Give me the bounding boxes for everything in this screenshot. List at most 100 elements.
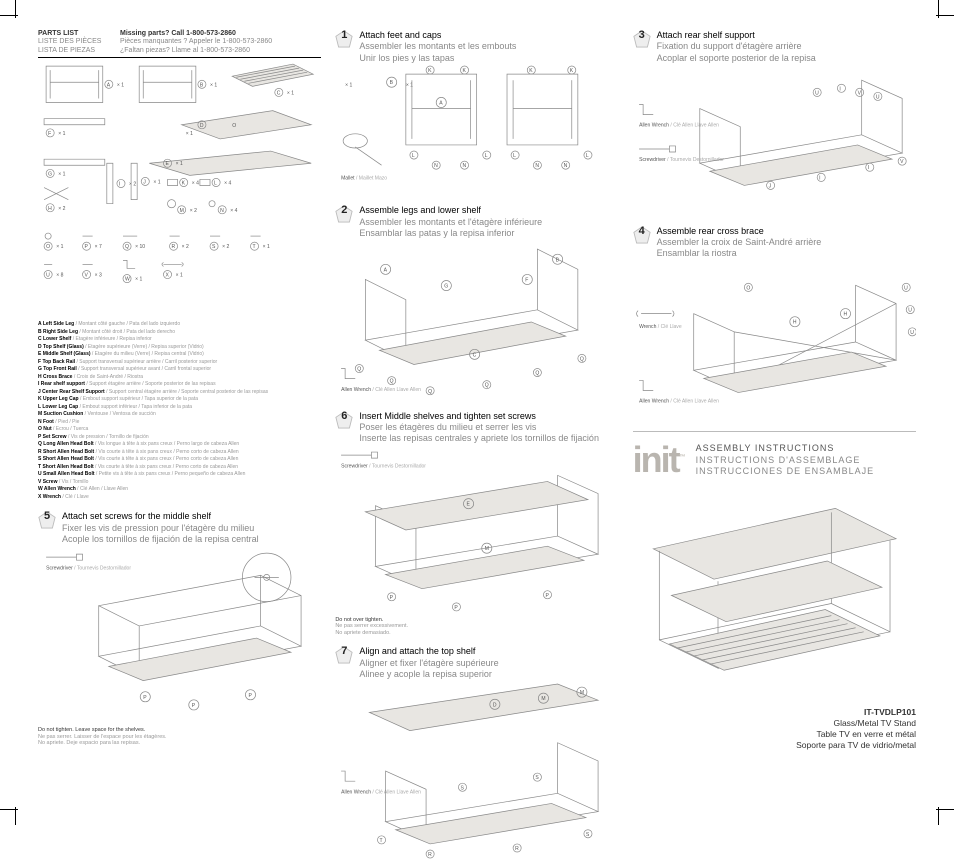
product-info: IT-TVDLP101 Glass/Metal TV Stand Table T… <box>633 707 916 751</box>
svg-text:Q: Q <box>125 244 129 250</box>
step-2: 2 Assemble legs and lower shelf Assemble… <box>335 205 618 401</box>
step-4-badge: 4 <box>633 226 651 244</box>
svg-text:I: I <box>867 165 868 171</box>
svg-text:× 1: × 1 <box>135 277 142 283</box>
parts-legend: A Left Side Leg / Montant côté gauche / … <box>38 321 321 501</box>
svg-text:× 3: × 3 <box>95 273 102 279</box>
svg-text:Q: Q <box>358 367 362 373</box>
column-3: 3 Attach rear shelf support Fixation du … <box>633 30 916 795</box>
parts-list: PARTS LIST LISTE DES PIÈCES LISTA DE PIE… <box>38 30 321 501</box>
svg-text:× 4: × 4 <box>224 181 231 187</box>
crop-mark <box>936 809 954 810</box>
step-2-badge: 2 <box>335 205 353 223</box>
svg-text:× 4: × 4 <box>230 208 237 214</box>
svg-text:K: K <box>428 68 432 74</box>
svg-text:U: U <box>815 90 819 96</box>
svg-text:Screwdriver / Tournevis Destor: Screwdriver / Tournevis Destornillador <box>341 463 426 469</box>
svg-text:Q: Q <box>485 383 489 389</box>
legend-row: A Left Side Leg / Montant côté gauche / … <box>38 321 321 329</box>
svg-text:N: N <box>434 163 438 169</box>
missing-parts-es: ¿Faltan piezas? Llame al 1-800-573-2860 <box>120 47 321 55</box>
svg-text:× 2: × 2 <box>190 208 197 214</box>
step-1-title: Attach feet and caps <box>359 30 516 41</box>
svg-text:W: W <box>125 277 130 283</box>
svg-text:S: S <box>212 244 216 250</box>
svg-text:N: N <box>536 163 540 169</box>
svg-text:K: K <box>570 68 574 74</box>
step-5-title-fr: Fixer les vis de pression pour l'étagère… <box>62 523 259 534</box>
svg-text:U: U <box>904 286 908 292</box>
svg-text:× 1: × 1 <box>210 83 217 89</box>
svg-text:N: N <box>564 163 568 169</box>
step-1-badge: 1 <box>335 30 353 48</box>
svg-text:S: S <box>586 832 590 838</box>
legend-row: P Set Screw / Vis de pression / Tornillo… <box>38 434 321 442</box>
svg-text:U: U <box>908 308 912 314</box>
svg-text:× 1: × 1 <box>263 244 270 250</box>
legend-row: E Middle Shelf (Glass) / Étagère du mili… <box>38 351 321 359</box>
svg-text:× 1: × 1 <box>58 131 65 137</box>
svg-text:× 1: × 1 <box>287 91 294 97</box>
svg-text:Allen Wrench / Clé Allen Llave: Allen Wrench / Clé Allen Llave Allen <box>341 790 421 796</box>
svg-text:H: H <box>793 320 797 326</box>
step-4-diagram: Wrench / Clé Llave Allen Wrench / Clé Al… <box>633 259 916 421</box>
svg-text:F: F <box>526 278 529 284</box>
svg-text:A: A <box>440 100 444 106</box>
svg-text:× 2: × 2 <box>58 206 65 212</box>
svg-text:D: D <box>493 703 497 709</box>
svg-text:Allen Wrench / Clé Allen Llave: Allen Wrench / Clé Allen Llave Allen <box>639 399 719 405</box>
legend-row: T Short Allen Head Bolt / Vis courte à t… <box>38 464 321 472</box>
svg-text:× 1: × 1 <box>176 273 183 279</box>
parts-header: PARTS LIST LISTE DES PIÈCES LISTA DE PIE… <box>38 30 321 58</box>
svg-text:N: N <box>220 208 224 214</box>
svg-text:Q: Q <box>390 379 394 385</box>
svg-text:× 2: × 2 <box>222 244 229 250</box>
legend-row: W Allen Wrench / Clé Allen / Llave Allen <box>38 486 321 494</box>
svg-text:M: M <box>485 546 489 552</box>
legend-row: D Top Shelf (Glass) / Étagère supérieure… <box>38 344 321 352</box>
svg-text:× 1: × 1 <box>56 244 63 250</box>
svg-text:× 4: × 4 <box>192 181 199 187</box>
step-4: 4 Assemble rear cross brace Assembler la… <box>633 226 916 422</box>
svg-text:P: P <box>85 244 89 250</box>
svg-text:A: A <box>384 267 388 273</box>
svg-text:F: F <box>48 131 51 137</box>
legend-row: K Upper Leg Cap / Embout support supérie… <box>38 396 321 404</box>
legend-row: I Rear shelf support / Support étagère a… <box>38 381 321 389</box>
step-6: 6 Insert Middle shelves and tighten set … <box>335 411 618 637</box>
svg-text:× 1: × 1 <box>345 82 352 88</box>
svg-text:× 1: × 1 <box>153 180 160 186</box>
legend-row: N Foot / Pied / Pie <box>38 419 321 427</box>
step-6-badge: 6 <box>335 411 353 429</box>
parts-heading-fr: LISTE DES PIÈCES <box>38 38 112 46</box>
column-2: 1 Attach feet and caps Assembler les mon… <box>335 30 618 795</box>
svg-text:S: S <box>461 785 465 791</box>
step-3: 3 Attach rear shelf support Fixation du … <box>633 30 916 216</box>
legend-row: G Top Front Rail / Support transversal s… <box>38 366 321 374</box>
step-1-diagram: × 1 B × 1 A KK KK LNNL LNNL Mallet / Mai… <box>335 64 618 196</box>
svg-text:Allen Wrench / Clé Allen Llave: Allen Wrench / Clé Allen Llave Allen <box>341 387 421 393</box>
svg-text:P: P <box>143 695 147 701</box>
legend-row: X Wrench / Clé / Llave <box>38 494 321 502</box>
svg-text:× 1: × 1 <box>186 131 193 137</box>
crop-mark <box>0 15 18 16</box>
svg-text:M: M <box>180 208 184 214</box>
svg-text:K: K <box>463 68 467 74</box>
svg-text:× 1: × 1 <box>58 172 65 178</box>
brand-panel: init™ ASSEMBLY INSTRUCTIONS INSTRUCTIONS… <box>633 431 916 751</box>
legend-row: U Small Allen Head Bolt / Petite vis à t… <box>38 471 321 479</box>
svg-text:N: N <box>463 163 467 169</box>
svg-text:Allen Wrench / Clé Allen Llave: Allen Wrench / Clé Allen Llave Allen <box>639 122 719 128</box>
svg-text:P: P <box>192 703 196 709</box>
svg-text:O: O <box>232 123 236 129</box>
svg-text:K: K <box>182 181 186 187</box>
svg-text:M: M <box>542 696 546 702</box>
legend-row: H Cross Brace / Croix de Saint-André / R… <box>38 374 321 382</box>
legend-row: J Center Rear Shelf Support / Support ce… <box>38 389 321 397</box>
legend-row: V Screw / Vis / Tornillo <box>38 479 321 487</box>
svg-text:× 1: × 1 <box>117 83 124 89</box>
svg-text:C: C <box>473 352 477 358</box>
legend-row: Q Long Allen Head Bolt / Vis longue à tê… <box>38 441 321 449</box>
svg-text:U: U <box>910 330 914 336</box>
svg-text:L: L <box>586 153 589 159</box>
